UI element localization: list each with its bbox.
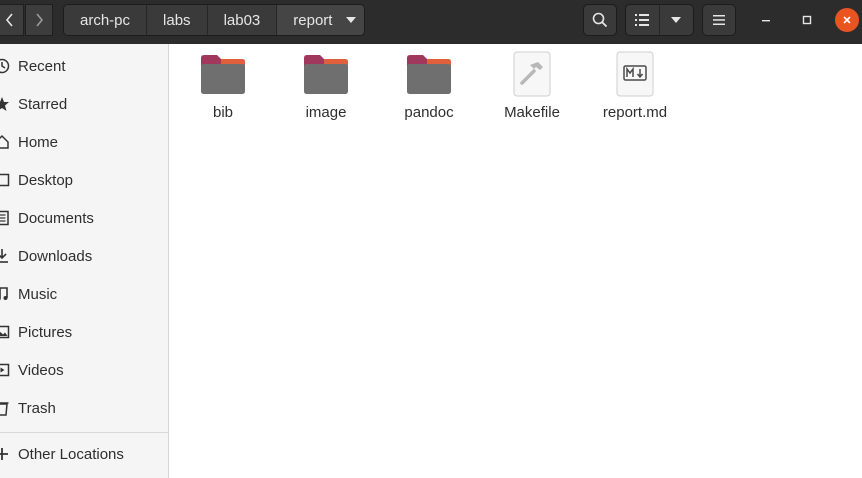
file-name: image xyxy=(305,104,347,121)
sidebar-item-documents[interactable]: Documents xyxy=(0,199,168,237)
view-options-button[interactable] xyxy=(660,5,694,35)
main-menu-button[interactable] xyxy=(702,4,736,36)
search-icon xyxy=(592,12,608,28)
file-name: pandoc xyxy=(404,104,454,121)
sidebar-item-label: Documents xyxy=(18,209,94,227)
file-item-image[interactable]: image xyxy=(276,50,376,121)
close-button[interactable] xyxy=(835,8,859,32)
sidebar-item-label: Desktop xyxy=(18,171,74,189)
sidebar-item-music[interactable]: Music xyxy=(0,275,168,313)
folder-icon xyxy=(199,50,247,98)
list-view-button[interactable] xyxy=(626,5,660,35)
breadcrumb: arch-pc labs lab03 report xyxy=(63,4,366,36)
chevron-left-icon xyxy=(5,13,13,27)
file-item-bib[interactable]: bib xyxy=(173,50,273,121)
trash-icon xyxy=(0,400,10,416)
maximize-button[interactable] xyxy=(795,8,819,32)
sidebar-item-label: Videos xyxy=(18,361,64,379)
sidebar-item-label: Downloads xyxy=(18,247,93,265)
close-icon xyxy=(843,16,851,24)
sidebar-item-trash[interactable]: Trash xyxy=(0,389,168,427)
sidebar-item-label: Music xyxy=(18,285,58,303)
pictures-icon xyxy=(0,324,10,340)
forward-button[interactable] xyxy=(25,4,53,36)
music-icon xyxy=(0,286,10,302)
breadcrumb-report-label: report xyxy=(293,11,333,29)
sidebar-item-starred[interactable]: Starred xyxy=(0,85,168,123)
chevron-right-icon xyxy=(36,13,44,27)
view-switcher xyxy=(625,4,694,36)
sidebar-item-pictures[interactable]: Pictures xyxy=(0,313,168,351)
clock-icon xyxy=(0,58,10,74)
hammer-icon xyxy=(508,50,556,98)
hamburger-menu-icon xyxy=(713,15,725,25)
file-item-pandoc[interactable]: pandoc xyxy=(379,50,479,121)
sidebar-item-label: Starred xyxy=(18,95,68,113)
sidebar-item-label: Trash xyxy=(18,399,56,417)
back-button[interactable] xyxy=(0,4,24,36)
header-bar: arch-pc labs lab03 report xyxy=(0,0,862,44)
breadcrumb-lab03[interactable]: lab03 xyxy=(207,5,278,35)
sidebar-item-label: Home xyxy=(18,133,59,151)
chevron-down-icon xyxy=(671,17,682,23)
sidebar-item-other-locations[interactable]: Other Locations xyxy=(0,435,168,473)
star-icon xyxy=(0,96,10,112)
breadcrumb-report[interactable]: report xyxy=(277,5,365,35)
file-name: Makefile xyxy=(504,104,560,121)
file-name: bib xyxy=(212,104,234,121)
home-icon xyxy=(0,134,10,150)
sidebar-item-home[interactable]: Home xyxy=(0,123,168,161)
sidebar-item-recent[interactable]: Recent xyxy=(0,47,168,85)
folder-icon xyxy=(302,50,350,98)
sidebar: Recent Starred Home Desktop Documents Do… xyxy=(0,44,169,478)
sidebar-item-label: Recent xyxy=(18,57,66,75)
download-icon xyxy=(0,248,10,264)
documents-icon xyxy=(0,210,10,226)
chevron-down-icon xyxy=(346,17,357,23)
maximize-icon xyxy=(802,15,812,25)
breadcrumb-labs[interactable]: labs xyxy=(147,5,208,35)
file-view[interactable]: bib image pandoc Makefile report.md xyxy=(170,44,862,478)
sidebar-divider xyxy=(0,432,168,433)
desktop-icon xyxy=(0,172,10,188)
search-button[interactable] xyxy=(583,4,617,36)
markdown-file-icon xyxy=(611,50,659,98)
sidebar-item-label: Pictures xyxy=(18,323,73,341)
sidebar-item-label: Other Locations xyxy=(18,445,124,463)
folder-icon xyxy=(405,50,453,98)
file-item-report-md[interactable]: report.md xyxy=(585,50,685,121)
sidebar-item-downloads[interactable]: Downloads xyxy=(0,237,168,275)
breadcrumb-arch-pc[interactable]: arch-pc xyxy=(64,5,148,35)
minimize-icon xyxy=(762,20,770,22)
file-item-makefile[interactable]: Makefile xyxy=(482,50,582,121)
sidebar-item-desktop[interactable]: Desktop xyxy=(0,161,168,199)
list-view-icon xyxy=(635,14,650,26)
minimize-button[interactable] xyxy=(754,8,778,32)
plus-icon xyxy=(0,446,10,462)
sidebar-item-videos[interactable]: Videos xyxy=(0,351,168,389)
videos-icon xyxy=(0,362,10,378)
file-name: report.md xyxy=(602,104,668,121)
